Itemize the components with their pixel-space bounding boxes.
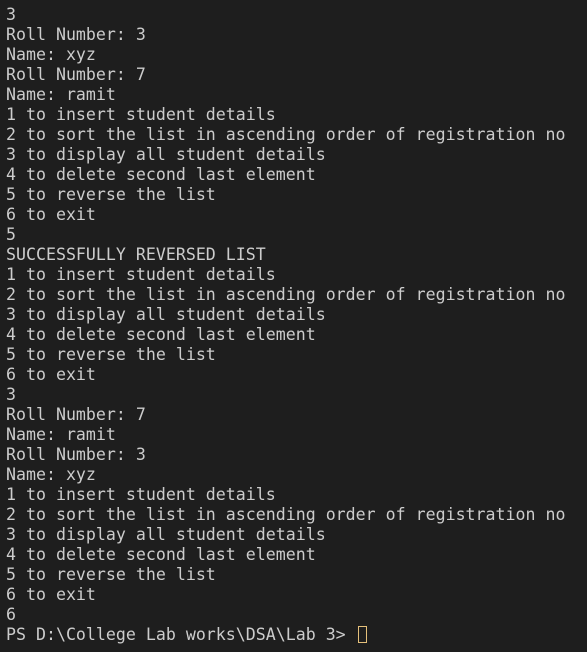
terminal-prompt-line[interactable]: PS D:\College Lab works\DSA\Lab 3> bbox=[6, 625, 565, 645]
terminal-line: Name: ramit bbox=[6, 425, 116, 444]
terminal-line: Name: xyz bbox=[6, 45, 96, 64]
terminal-line: 5 to reverse the list bbox=[6, 565, 216, 584]
terminal-line: 2 to sort the list in ascending order of… bbox=[6, 285, 566, 304]
shell-prompt: PS D:\College Lab works\DSA\Lab 3> bbox=[6, 625, 356, 644]
terminal-line: 1 to insert student details bbox=[6, 105, 276, 124]
terminal-line: 5 to reverse the list bbox=[6, 185, 216, 204]
terminal-line: 3 bbox=[6, 385, 16, 404]
terminal-line: 2 to sort the list in ascending order of… bbox=[6, 125, 566, 144]
terminal-line: Name: ramit bbox=[6, 85, 116, 104]
terminal-line: 6 to exit bbox=[6, 585, 96, 604]
terminal-line: 3 to display all student details bbox=[6, 525, 326, 544]
terminal-line: Roll Number: 7 bbox=[6, 65, 146, 84]
terminal-line: 4 to delete second last element bbox=[6, 545, 316, 564]
terminal-panel[interactable]: 6 to exit3Roll Number: 3Name: xyzRoll Nu… bbox=[0, 0, 587, 652]
terminal-line: 6 to exit bbox=[6, 205, 96, 224]
terminal-line: 5 to reverse the list bbox=[6, 345, 216, 364]
terminal-line: 3 bbox=[6, 5, 16, 24]
terminal-line: 6 to exit bbox=[6, 365, 96, 384]
terminal-line: Roll Number: 3 bbox=[6, 445, 146, 464]
terminal-line: Roll Number: 7 bbox=[6, 405, 146, 424]
terminal-line: 3 to display all student details bbox=[6, 145, 326, 164]
terminal-line: 6 bbox=[6, 605, 16, 624]
terminal-line: Name: xyz bbox=[6, 465, 96, 484]
text-cursor bbox=[357, 626, 367, 643]
terminal-line: 1 to insert student details bbox=[6, 265, 276, 284]
terminal-line: Roll Number: 3 bbox=[6, 25, 146, 44]
terminal-output: 6 to exit3Roll Number: 3Name: xyzRoll Nu… bbox=[6, 0, 565, 645]
terminal-line: 4 to delete second last element bbox=[6, 325, 316, 344]
terminal-line: 5 bbox=[6, 225, 16, 244]
terminal-line: 3 to display all student details bbox=[6, 305, 326, 324]
terminal-line: 2 to sort the list in ascending order of… bbox=[6, 505, 566, 524]
terminal-line: 1 to insert student details bbox=[6, 485, 276, 504]
terminal-line: 4 to delete second last element bbox=[6, 165, 316, 184]
terminal-line: SUCCESSFULLY REVERSED LIST bbox=[6, 245, 266, 264]
